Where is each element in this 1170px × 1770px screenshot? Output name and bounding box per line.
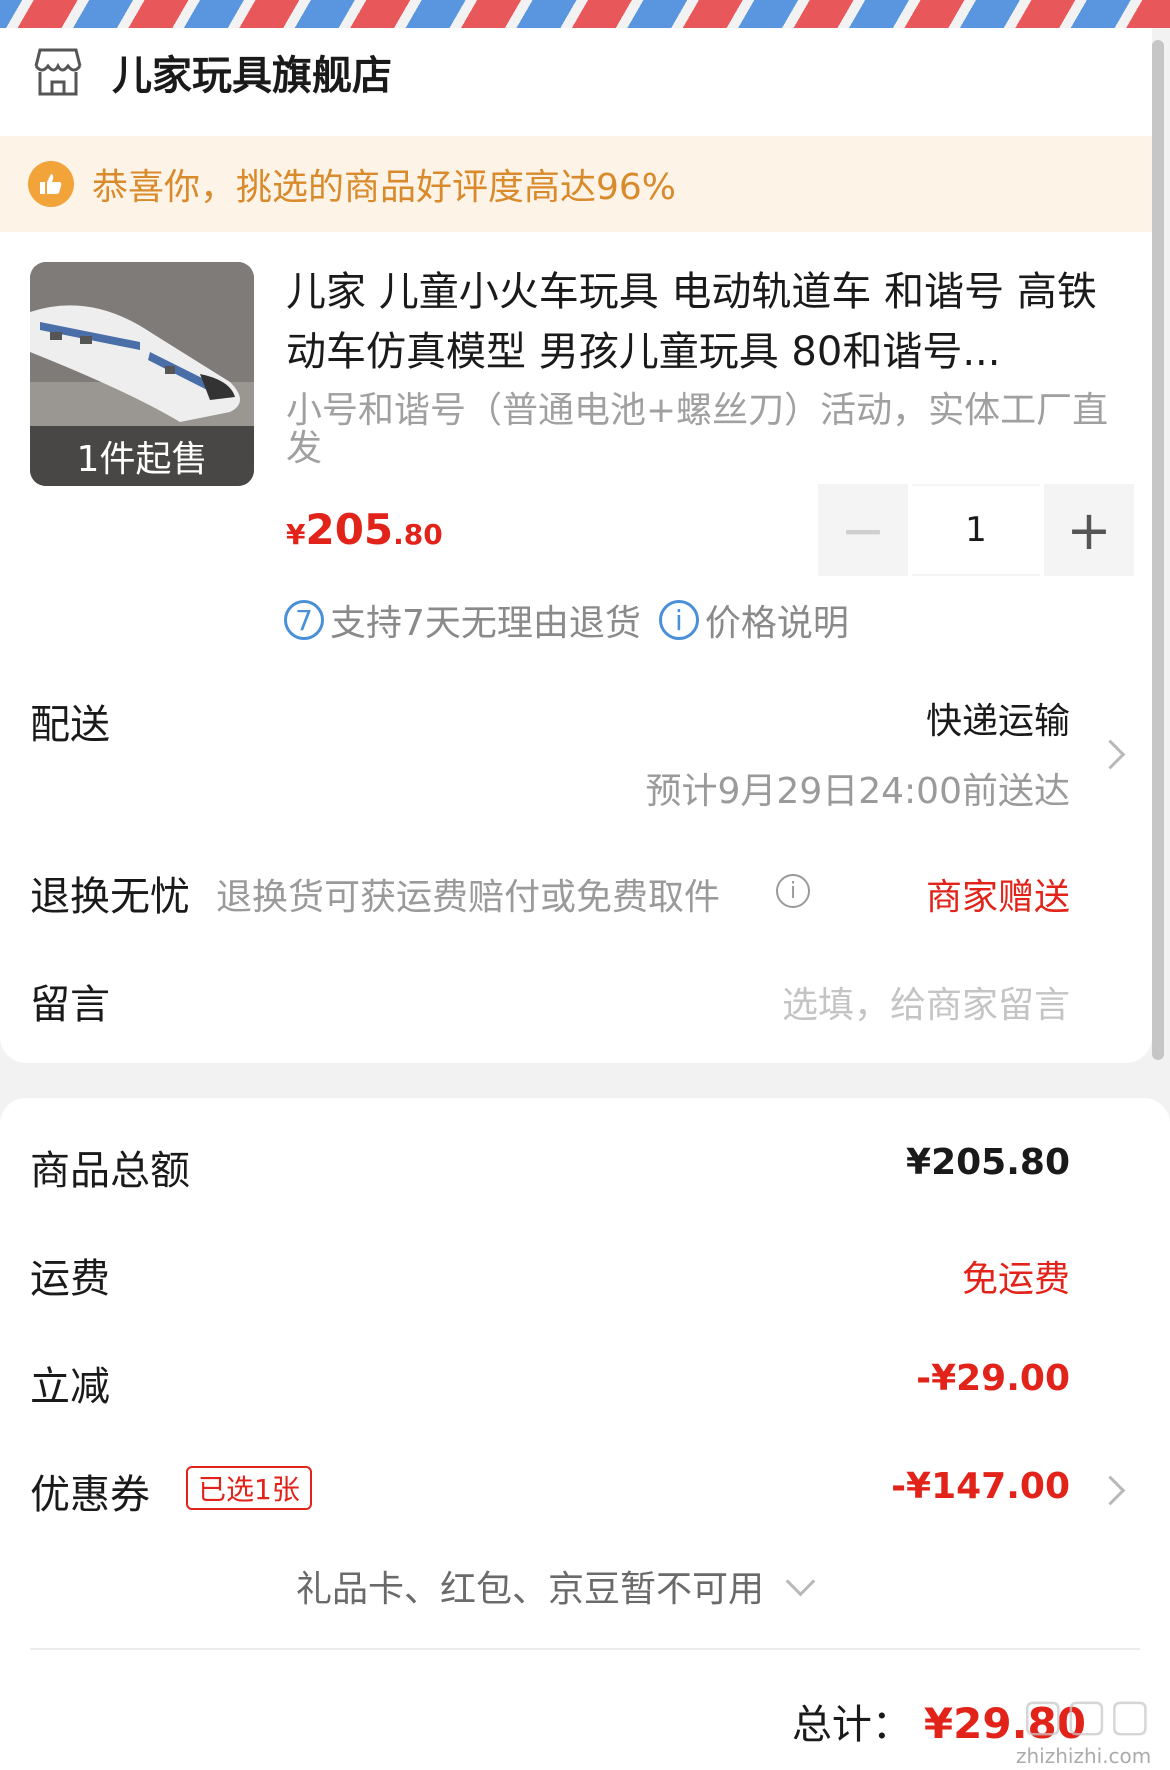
unavailable-payments-toggle[interactable]: 礼品卡、红包、京豆暂不可用 bbox=[296, 1560, 816, 1612]
min-order-badge: 1件起售 bbox=[30, 426, 254, 486]
store-name[interactable]: 儿家玩具旗舰店 bbox=[112, 43, 392, 101]
return-policy-text[interactable]: 支持7天无理由退货 bbox=[330, 594, 641, 646]
watermark-logo: ▢▢▢ bbox=[1022, 1690, 1153, 1741]
info-icon: i bbox=[658, 600, 699, 640]
return-worry-desc: 退换货可获运费赔付或免费取件 bbox=[216, 877, 721, 918]
rating-banner: 恭喜你，挑选的商品好评度高达96% bbox=[0, 136, 1152, 232]
airmail-border bbox=[0, 0, 1170, 28]
return-worry-label: 退换无忧 bbox=[30, 874, 190, 920]
thumbs-up-icon bbox=[28, 161, 74, 207]
increase-button[interactable]: + bbox=[1044, 484, 1134, 576]
delivery-eta[interactable]: 预计9月29日24:00前送达 bbox=[646, 762, 1070, 814]
chevron-down-icon bbox=[785, 1566, 816, 1596]
price-currency: ¥ bbox=[286, 518, 306, 551]
goods-total-label: 商品总额 bbox=[30, 1148, 190, 1194]
unavailable-text: 礼品卡、红包、京豆暂不可用 bbox=[296, 1569, 765, 1610]
service-row: 7 支持7天无理由退货 i 价格说明 bbox=[284, 594, 849, 646]
message-input[interactable]: 选填，给商家留言 bbox=[782, 976, 1070, 1028]
message-label: 留言 bbox=[30, 982, 110, 1028]
decrease-button[interactable]: − bbox=[818, 484, 908, 576]
scrollbar[interactable] bbox=[1152, 40, 1164, 1060]
coupon-value[interactable]: -¥147.00 bbox=[891, 1466, 1070, 1507]
product-title[interactable]: 儿家 儿童小火车玩具 电动轨道车 和谐号 高铁动车仿真模型 男孩儿童玩具 80和… bbox=[286, 262, 1116, 382]
banner-text: 恭喜你，挑选的商品好评度高达96% bbox=[92, 167, 677, 208]
product-image[interactable]: 1件起售 bbox=[30, 262, 254, 486]
price-decimal: .80 bbox=[393, 518, 443, 551]
return-worry-value[interactable]: 商家赠送 bbox=[926, 868, 1070, 920]
discount-label: 立减 bbox=[30, 1364, 110, 1410]
store-header[interactable]: 儿家玩具旗舰店 bbox=[30, 42, 392, 102]
product-spec[interactable]: 小号和谐号（普通电池+螺丝刀）活动，实体工厂直发 bbox=[286, 392, 1116, 468]
coupon-selected-tag[interactable]: 已选1张 bbox=[186, 1466, 312, 1510]
price-explanation-link[interactable]: 价格说明 bbox=[705, 594, 849, 646]
summary-card bbox=[0, 1098, 1170, 1770]
price-integer: 205 bbox=[305, 505, 394, 554]
divider bbox=[30, 1648, 1140, 1650]
quantity-stepper: − 1 + bbox=[818, 484, 1134, 576]
quantity-value[interactable]: 1 bbox=[912, 484, 1040, 576]
total-label: 总计： bbox=[791, 1702, 912, 1748]
product-price: ¥205.80 bbox=[286, 505, 443, 554]
watermark-text: zhizhizhi.com bbox=[1016, 1744, 1152, 1768]
coupon-label: 优惠券 bbox=[30, 1472, 150, 1518]
discount-value: -¥29.00 bbox=[916, 1358, 1070, 1399]
return-info-icon[interactable]: i bbox=[776, 874, 810, 908]
delivery-label: 配送 bbox=[30, 702, 110, 748]
goods-total-value: ¥205.80 bbox=[906, 1142, 1070, 1183]
seven-day-return-icon: 7 bbox=[284, 600, 324, 640]
store-icon bbox=[34, 48, 82, 96]
shipping-value: 免运费 bbox=[961, 1259, 1070, 1300]
delivery-method[interactable]: 快递运输 bbox=[926, 692, 1070, 744]
shipping-label: 运费 bbox=[30, 1256, 110, 1302]
